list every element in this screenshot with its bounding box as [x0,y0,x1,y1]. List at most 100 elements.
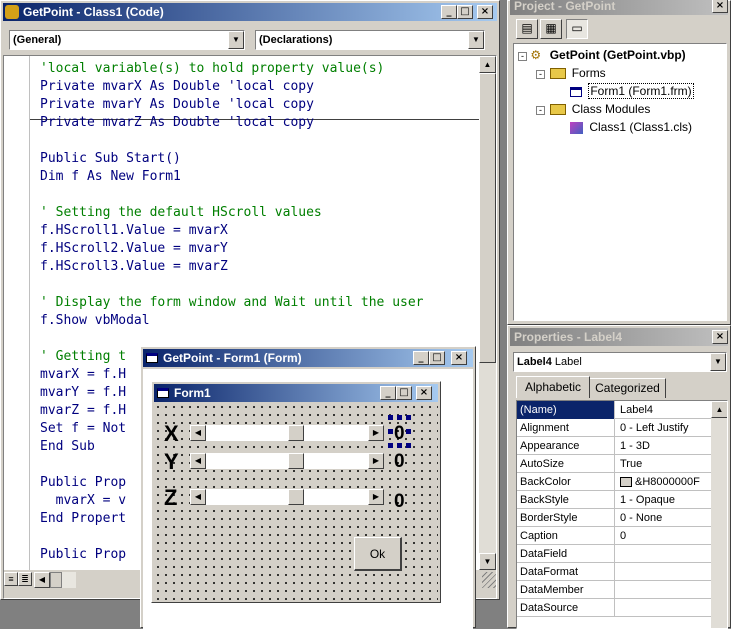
hscroll-z-track[interactable] [304,489,368,505]
view-code-button[interactable]: ▤ [516,19,538,39]
hscroll-y-track[interactable] [304,453,368,469]
size-grip[interactable] [482,572,496,588]
chevron-down-icon[interactable]: ▼ [228,31,244,49]
scroll-up-button[interactable]: ▲ [711,401,727,418]
property-scrollbar[interactable]: ▲ [711,401,727,628]
code-line[interactable]: ' Display the form window and Wait until… [40,294,424,312]
property-row[interactable]: Alignment 0 - Left Justify [517,419,711,437]
property-row[interactable]: BorderStyle 0 - None [517,509,711,527]
property-row[interactable]: DataMember [517,581,711,599]
code-vertical-scrollbar[interactable]: ▲ ▼ [479,56,496,570]
code-line[interactable]: Private mvarX As Double 'local copy [40,78,424,96]
tree-item-class-modules[interactable]: - Class Modules [536,100,650,118]
minimize-button[interactable]: _ [441,5,457,19]
code-line[interactable] [40,132,424,150]
x-value-label[interactable]: 0 [394,423,405,445]
code-line[interactable]: f.HScroll2.Value = mvarY [40,240,424,258]
code-line[interactable]: Public Sub Start() [40,150,424,168]
properties-window-titlebar[interactable]: Properties - Label4 [510,328,728,346]
property-value[interactable]: True [617,455,715,473]
property-value[interactable]: Label4 [617,401,715,419]
property-row[interactable]: BackColor &H8000000F [517,473,711,491]
property-value[interactable]: 1 - Opaque [617,491,715,509]
code-line[interactable]: ' Setting the default HScroll values [40,204,424,222]
property-value[interactable] [617,545,715,563]
procedure-combo[interactable]: (Declarations) ▼ [255,30,485,50]
property-value[interactable]: 0 - Left Justify [617,419,715,437]
scroll-right-button[interactable]: ▶ [368,425,384,441]
hscroll-z-track[interactable] [206,489,288,505]
view-object-button[interactable]: ▦ [540,19,562,39]
selection-handle[interactable] [406,415,411,420]
scroll-right-button[interactable]: ▶ [368,489,384,505]
property-value[interactable] [617,563,715,581]
form1[interactable]: Form1 _ □ × X ◀ ▶ 0 Y ◀ ▶ 0 Z ◀ ▶ 0 Ok [151,381,441,603]
property-grid[interactable]: (Name) Label4 Alignment 0 - Left Justify App… [516,400,728,629]
chevron-down-icon[interactable]: ▼ [710,353,726,371]
y-value-label[interactable]: 0 [394,451,405,473]
close-button[interactable]: × [477,5,493,19]
close-button[interactable]: × [712,330,728,344]
scroll-left-button[interactable]: ◀ [190,453,206,469]
scroll-thumb[interactable] [479,73,496,363]
property-row[interactable]: AutoSize True [517,455,711,473]
code-line[interactable]: f.Show vbModal [40,312,424,330]
code-line[interactable]: f.HScroll3.Value = mvarZ [40,258,424,276]
tab-alphabetic[interactable]: Alphabetic [516,376,590,398]
code-line[interactable]: 'local variable(s) to hold property valu… [40,60,424,78]
procedure-view-button[interactable]: ≡ [4,572,18,586]
tree-item-form1[interactable]: Form1 (Form1.frm) [570,82,694,100]
hscroll-thumb[interactable] [50,572,62,588]
minimize-button[interactable]: _ [413,351,429,365]
property-row[interactable]: Appearance 1 - 3D [517,437,711,455]
chevron-down-icon[interactable]: ▼ [468,31,484,49]
collapse-icon[interactable]: - [536,70,545,79]
code-horizontal-scrollbar[interactable]: ◀ [34,572,76,588]
property-row[interactable]: DataFormat [517,563,711,581]
project-tree[interactable]: - ⚙ GetPoint (GetPoint.vbp) - Forms Form… [513,43,727,321]
property-row[interactable]: (Name) Label4 [517,401,711,419]
hscroll-x-track[interactable] [206,425,288,441]
tree-item-class1[interactable]: Class1 (Class1.cls) [570,118,692,136]
code-line[interactable]: Dim f As New Form1 [40,168,424,186]
selection-handle[interactable] [406,443,411,448]
property-value[interactable]: 0 - None [617,509,715,527]
hscroll-x[interactable]: ◀ ▶ [190,425,384,441]
close-button[interactable]: × [451,351,467,365]
property-row[interactable]: BackStyle 1 - Opaque [517,491,711,509]
selection-handle[interactable] [388,429,393,434]
scroll-left-button[interactable]: ◀ [190,489,206,505]
close-button[interactable]: × [416,386,432,400]
ok-button[interactable]: Ok [354,537,402,571]
hscroll-y-track[interactable] [206,453,288,469]
hscroll-y-thumb[interactable] [288,453,304,469]
hscroll-x-track[interactable] [304,425,368,441]
z-value-label[interactable]: 0 [394,491,405,513]
scroll-right-button[interactable]: ▶ [368,453,384,469]
object-selector[interactable]: Label4 Label ▼ [513,352,727,372]
property-value[interactable]: &H8000000F [617,473,715,491]
code-line[interactable] [40,186,424,204]
selection-handle[interactable] [388,443,393,448]
maximize-button[interactable]: □ [396,386,412,400]
hscroll-z-thumb[interactable] [288,489,304,505]
selection-handle[interactable] [397,415,402,420]
property-value[interactable] [617,599,715,617]
minimize-button[interactable]: _ [380,386,396,400]
scroll-up-button[interactable]: ▲ [479,56,496,73]
full-module-view-button[interactable]: ≣ [18,572,32,586]
maximize-button[interactable]: □ [429,351,445,365]
selection-handle[interactable] [397,443,402,448]
hscroll-z[interactable]: ◀ ▶ [190,489,384,505]
toggle-folders-button[interactable]: ▭ [566,19,588,39]
tree-item-forms[interactable]: - Forms [536,64,606,82]
code-line[interactable]: f.HScroll1.Value = mvarX [40,222,424,240]
form1-client-area[interactable]: X ◀ ▶ 0 Y ◀ ▶ 0 Z ◀ ▶ 0 Ok [154,403,438,601]
object-combo[interactable]: (General) ▼ [9,30,245,50]
selection-handle[interactable] [406,429,411,434]
code-line[interactable]: Private mvarZ As Double 'local copy [40,114,424,132]
property-row[interactable]: DataSource [517,599,711,617]
code-window-titlebar[interactable]: GetPoint - Class1 (Code) [3,3,497,21]
collapse-icon[interactable]: - [518,52,527,61]
selection-handle[interactable] [388,415,393,420]
